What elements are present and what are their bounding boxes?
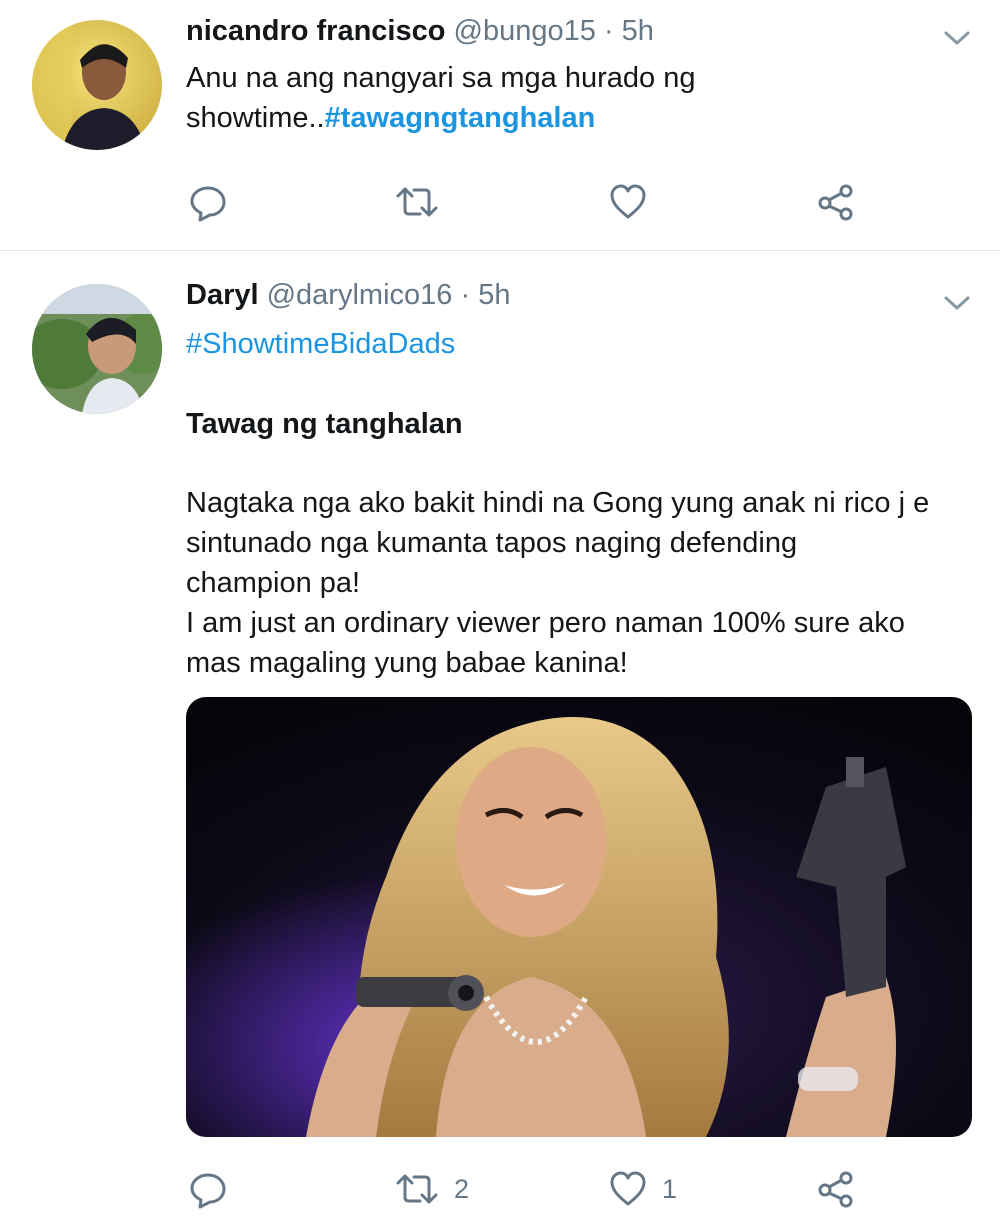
retweet-count: 2 [454, 1173, 470, 1204]
user-handle[interactable]: @darylmico16 [267, 279, 453, 311]
tweet-text: Anu na ang nangyari sa mga hurado ng sho… [186, 58, 976, 138]
tweet-actions [186, 180, 886, 224]
hashtag-link[interactable]: #tawagngtanghalan [325, 102, 596, 134]
tweet-text: #ShowtimeBidaDads [186, 324, 976, 364]
tweet-heading: Tawag ng tanghalan [186, 408, 463, 440]
hashtag-link[interactable]: #ShowtimeBidaDads [186, 324, 976, 364]
retweet-icon [394, 1169, 440, 1209]
share-button[interactable] [816, 180, 856, 224]
separator-dot: · [460, 279, 471, 311]
reply-button[interactable] [188, 1167, 228, 1211]
reply-icon [188, 1169, 228, 1209]
retweet-button[interactable]: 2 [394, 1167, 469, 1211]
like-count: 1 [662, 1173, 678, 1204]
timestamp[interactable]: 5h [622, 15, 654, 47]
share-icon [816, 1169, 856, 1209]
timestamp[interactable]: 5h [478, 279, 510, 311]
heart-icon [608, 182, 648, 222]
tweet-text-line: champion pa! [186, 567, 361, 599]
tweet[interactable]: Daryl @darylmico16 · 5h #ShowtimeBidaDad… [0, 251, 1000, 1222]
tweet-text-line: sintunado nga kumanta tapos naging defen… [186, 527, 798, 559]
tweet-text-fragment: showtime.. [186, 102, 325, 134]
tweet-text-line: Nagtaka nga ako bakit hindi na Gong yung… [186, 487, 930, 519]
retweet-icon [394, 182, 440, 222]
tweet-header: nicandro francisco @bungo15 · 5h [186, 14, 654, 48]
chevron-down-icon[interactable] [942, 28, 972, 48]
share-icon [816, 182, 856, 222]
tweet-text-line: Anu na ang nangyari sa mga hurado ng [186, 62, 696, 94]
avatar[interactable] [32, 284, 162, 414]
tweet[interactable]: nicandro francisco @bungo15 · 5h Anu na … [0, 0, 1000, 251]
tweet-actions: 2 1 [186, 1167, 886, 1211]
display-name[interactable]: Daryl [186, 279, 259, 311]
share-button[interactable] [816, 1167, 856, 1211]
user-handle[interactable]: @bungo15 [454, 15, 596, 47]
avatar[interactable] [32, 20, 162, 150]
tweet-text-line: mas magaling yung babae kanina! [186, 647, 628, 679]
like-button[interactable] [608, 180, 648, 224]
tweet-text-line: showtime..#tawagngtanghalan [186, 98, 976, 138]
chevron-down-icon[interactable] [942, 293, 972, 313]
tweet-body: Nagtaka nga ako bakit hindi na Gong yung… [186, 483, 976, 683]
display-name[interactable]: nicandro francisco [186, 15, 445, 47]
tweet-header: Daryl @darylmico16 · 5h [186, 278, 510, 312]
tweet-photo[interactable] [186, 697, 972, 1137]
heart-icon [608, 1169, 648, 1209]
separator-dot: · [603, 15, 614, 47]
tweet-text-line: I am just an ordinary viewer pero naman … [186, 607, 905, 639]
retweet-button[interactable] [394, 180, 440, 224]
like-button[interactable]: 1 [608, 1167, 677, 1211]
reply-icon [188, 182, 228, 222]
reply-button[interactable] [188, 180, 228, 224]
